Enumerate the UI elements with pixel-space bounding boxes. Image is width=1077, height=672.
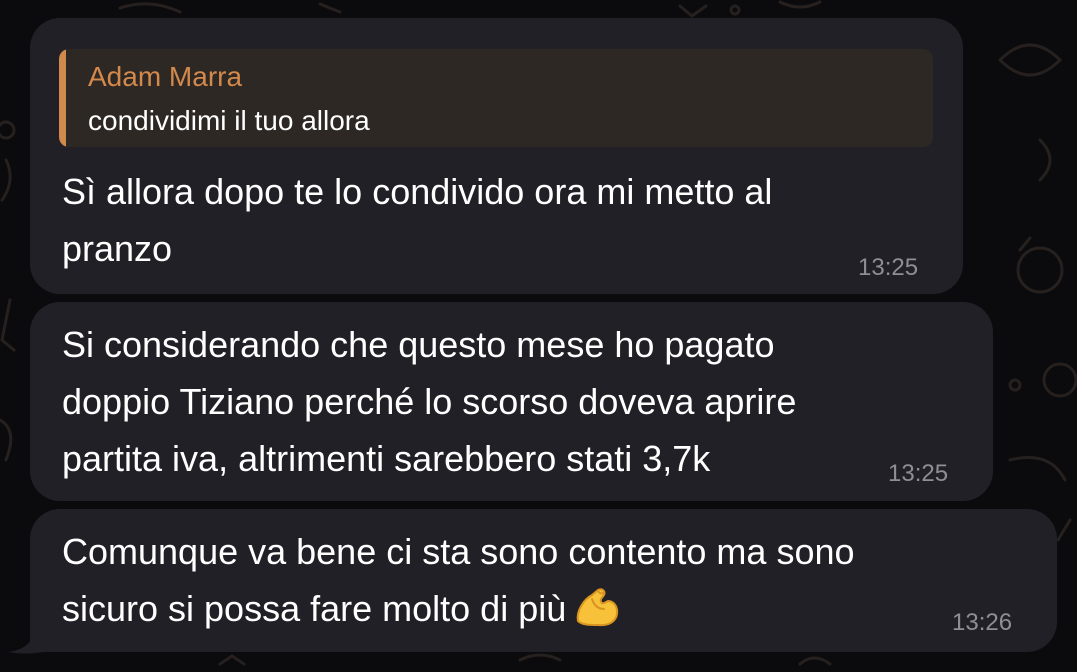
message-text: Si considerando che questo mese ho pagat… [62,324,797,479]
reply-accent-bar [59,49,66,147]
message-text: Comunque va bene ci sta sono contento ma… [62,523,1042,645]
message-timestamp: 13:26 [952,609,1013,636]
message-timestamp: 13:25 [888,460,949,487]
flexed-biceps-icon [574,587,620,645]
message-timestamp: 13:25 [858,254,919,281]
message-text: Sì allora dopo te lo condivido ora mi me… [62,171,773,269]
reply-sender-name: Adam Marra [88,61,243,92]
reply-quoted-text: condividimi il tuo allora [88,105,370,136]
chat-area[interactable]: Adam Marra condividimi il tuo allora Sì … [0,0,1077,672]
message-text-content: Comunque va bene ci sta sono contento ma… [62,531,855,629]
reply-quote[interactable]: Adam Marra condividimi il tuo allora [59,49,933,147]
